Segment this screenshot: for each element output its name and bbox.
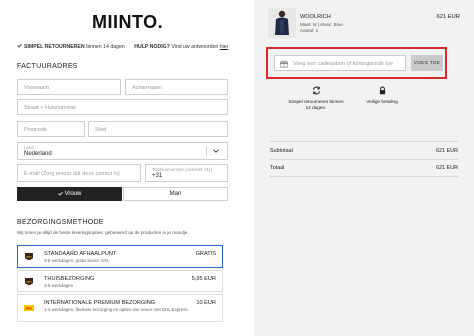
subtotal-label: Subtotaal <box>270 148 293 154</box>
coupon-placeholder: Voeg een cadeaubon of kortingscode toe <box>293 61 393 67</box>
svg-text:DHL: DHL <box>25 307 32 311</box>
total-row: Totaal 621 EUR <box>270 165 458 171</box>
check-icon <box>17 43 22 48</box>
dhl-logo-icon: DHL <box>24 305 34 311</box>
product-name: WOOLRICH <box>300 14 331 20</box>
top-notes: SIMPEL RETOURNEREN binnen 14 dagen HULP … <box>17 43 228 50</box>
shipping-option-desc: 3-5 werkdagen, gratis boven 100,- <box>44 258 111 263</box>
coupon-add-button[interactable]: VOEG TOE <box>411 55 443 71</box>
ups-logo-icon: ups <box>25 253 33 260</box>
benefit-payment: Veilige betaling <box>354 86 410 105</box>
benefit-returns: Simpel retourneren binnen 14 dagen. <box>288 86 344 111</box>
checkout-form-panel: MIINTO. SIMPEL RETOURNEREN binnen 14 dag… <box>0 0 240 336</box>
shipping-note: Wij tonen je altijd de beste leveringsop… <box>17 230 189 235</box>
ups-logo-icon: ups <box>25 278 33 285</box>
returns-note-text: binnen 14 dagen <box>86 44 125 50</box>
city-input[interactable]: Stad <box>88 121 228 137</box>
divider <box>270 141 458 142</box>
refresh-icon <box>312 86 320 95</box>
product-color: Kleur: Blue <box>320 22 343 27</box>
email-input[interactable]: E-mail (Zorg ervoor dat deze correct is) <box>17 164 141 182</box>
chevron-down-icon[interactable] <box>213 148 219 154</box>
subtotal-value: 621 EUR <box>436 148 458 154</box>
gender-female-button[interactable]: Vrouw <box>17 187 122 201</box>
benefit-returns-text: Simpel retourneren binnen 14 dagen. <box>288 99 344 111</box>
lock-icon <box>379 86 385 95</box>
phone-label: Telefoonnummer (inclusief +31) <box>152 167 213 172</box>
product-size: Maat: M <box>300 22 317 27</box>
gender-male-button[interactable]: Man <box>123 187 228 201</box>
help-note-bold: HULP NODIG? <box>134 44 170 50</box>
product-qty: Aantal: 1 <box>300 28 319 33</box>
divider <box>270 159 458 160</box>
country-label: Land <box>24 145 34 150</box>
miinto-logo[interactable]: MIINTO. <box>92 12 163 33</box>
shipping-option-price: 10 EUR <box>196 300 216 306</box>
product-price: 621 EUR <box>436 14 460 20</box>
shipping-option-desc: 3-5 werkdagen <box>44 283 74 288</box>
total-label: Totaal <box>270 165 285 171</box>
gift-icon <box>280 60 288 68</box>
shipping-option-price: GRATIS <box>195 251 216 257</box>
divider <box>270 176 458 177</box>
shipping-option-name: THUISBEZORGING <box>44 276 95 282</box>
gender-female-label: Vrouw <box>64 191 82 197</box>
shipping-option-internationaal[interactable]: DHL INTERNATIONALE PREMIUM BEZORGING 1-4… <box>17 294 223 322</box>
shipping-option-name: STANDAARD AFHAALPUNT <box>44 251 117 257</box>
postcode-input[interactable]: Postcode <box>17 121 85 137</box>
phone-prefix: +31 <box>152 173 163 179</box>
select-divider <box>206 146 207 156</box>
product-size-color: Maat: M | Kleur: Blue <box>300 22 343 27</box>
last-name-input[interactable]: Achternaam <box>125 79 228 95</box>
shipping-title: BEZORGINGSMETHODE <box>17 219 104 226</box>
order-summary-panel: WOOLRICH Maat: M | Kleur: Blue Aantal: 1… <box>254 0 474 336</box>
product-image[interactable] <box>268 8 296 38</box>
shipping-option-thuis[interactable]: ups THUISBEZORGING 3-5 werkdagen 5,95 EU… <box>17 270 223 292</box>
subtotal-row: Subtotaal 621 EUR <box>270 148 458 154</box>
phone-input[interactable]: Telefoonnummer (inclusief +31) +31 <box>145 164 228 182</box>
total-value: 621 EUR <box>436 165 458 171</box>
shipping-option-name: INTERNATIONALE PREMIUM BEZORGING <box>44 300 156 306</box>
svg-text:ups: ups <box>26 280 32 284</box>
billing-title: FACTUURADRES <box>17 63 78 70</box>
shipping-option-standaard[interactable]: ups STANDAARD AFHAALPUNT 3-5 werkdagen, … <box>17 245 223 268</box>
help-link[interactable]: hier <box>220 44 229 50</box>
coupon-input[interactable]: Voeg een cadeaubon of kortingscode toe <box>274 55 406 71</box>
country-select[interactable]: Land Nederland <box>17 142 228 160</box>
coupon-highlight: Voeg een cadeaubon of kortingscode toe V… <box>266 47 447 79</box>
street-input[interactable]: Straat + Huisnummer <box>17 99 228 115</box>
shipping-option-price: 5,95 EUR <box>191 276 216 282</box>
benefit-payment-text: Veilige betaling <box>366 99 398 104</box>
first-name-input[interactable]: Voornaam <box>17 79 121 95</box>
country-value: Nederland <box>24 151 52 157</box>
help-note-text: Vind uw antwoorden <box>171 44 219 50</box>
check-icon <box>57 191 63 196</box>
shipping-option-desc: 1-4 werkdagen, flexibele bezorging en op… <box>44 307 189 312</box>
returns-note-bold: SIMPEL RETOURNEREN <box>24 44 85 50</box>
svg-text:ups: ups <box>26 255 32 259</box>
